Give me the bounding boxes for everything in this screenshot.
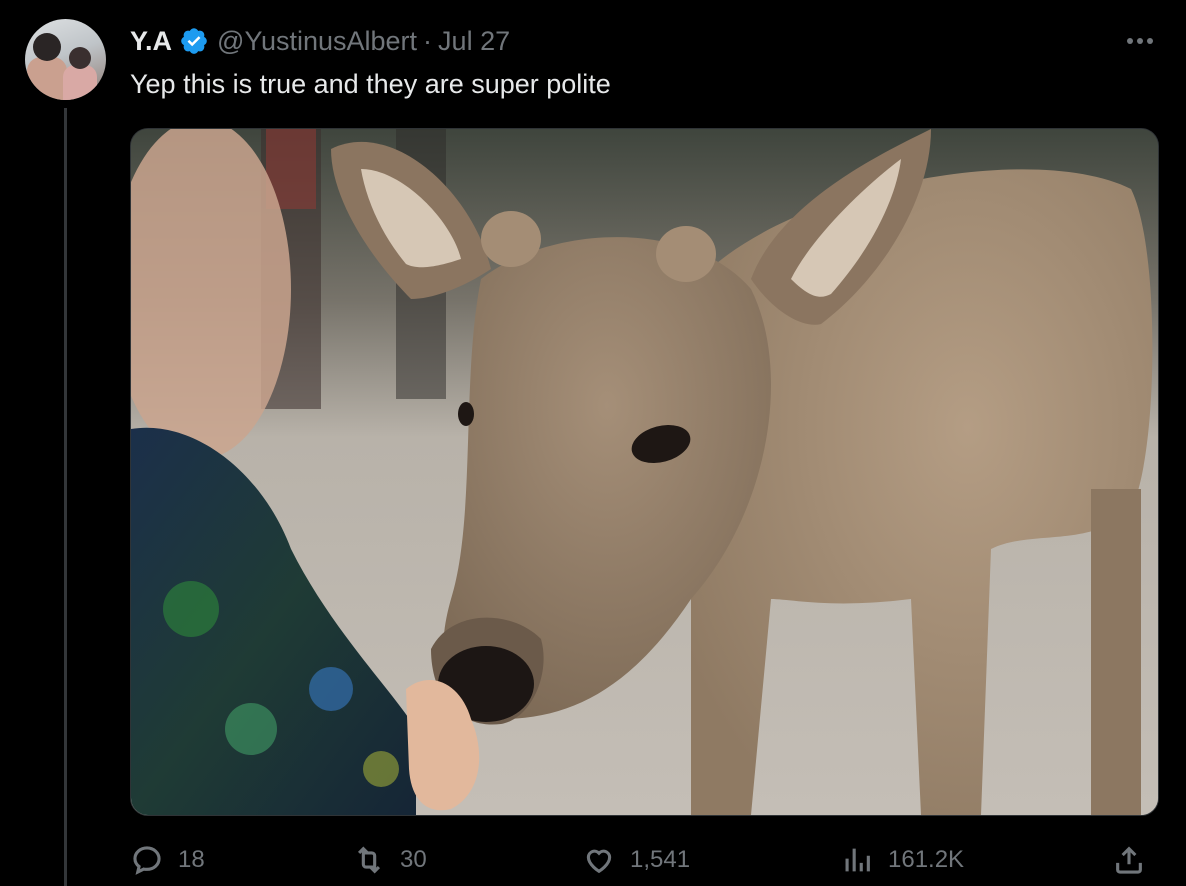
avatar-person-1-head xyxy=(33,33,61,61)
share-button[interactable] xyxy=(1112,838,1146,882)
views-button[interactable]: 161.2K xyxy=(840,838,964,882)
tweet-photo[interactable] xyxy=(130,128,1159,816)
author-name[interactable]: Y.A xyxy=(130,26,172,57)
avatar-person-1 xyxy=(27,57,67,100)
photo-deer-child-hand xyxy=(131,129,1158,815)
more-dot xyxy=(1127,38,1133,44)
retweet-button[interactable]: 30 xyxy=(352,838,427,882)
more-dot xyxy=(1137,38,1143,44)
heart-icon xyxy=(586,849,612,874)
view-count: 161.2K xyxy=(888,846,965,873)
reply-icon xyxy=(133,846,161,875)
more-options-icon[interactable] xyxy=(1120,24,1160,58)
reply-count: 18 xyxy=(178,846,205,873)
tweet-header: Y.A @YustinusAlbert · Jul 27 xyxy=(130,24,510,58)
views-chart-icon xyxy=(845,848,870,872)
tweet-text: Yep this is true and they are super poli… xyxy=(130,69,611,99)
thread-line xyxy=(64,108,67,886)
avatar-person-2-head xyxy=(69,47,91,69)
retweet-icon xyxy=(357,846,381,874)
reply-button[interactable]: 18 xyxy=(130,838,205,882)
tweet-actions: 18 30 1,541 161.2K xyxy=(130,838,1160,882)
author-handle[interactable]: @YustinusAlbert xyxy=(217,26,417,57)
like-count: 1,541 xyxy=(630,846,691,873)
avatar[interactable] xyxy=(25,19,106,100)
separator-dot: · xyxy=(423,25,433,56)
more-dot xyxy=(1147,38,1153,44)
retweet-count: 30 xyxy=(400,846,427,873)
verified-badge-icon xyxy=(181,28,207,54)
tweet-date[interactable]: Jul 27 xyxy=(438,26,510,57)
avatar-person-2 xyxy=(63,65,97,100)
share-icon xyxy=(1116,846,1142,874)
like-button[interactable]: 1,541 xyxy=(582,838,690,882)
